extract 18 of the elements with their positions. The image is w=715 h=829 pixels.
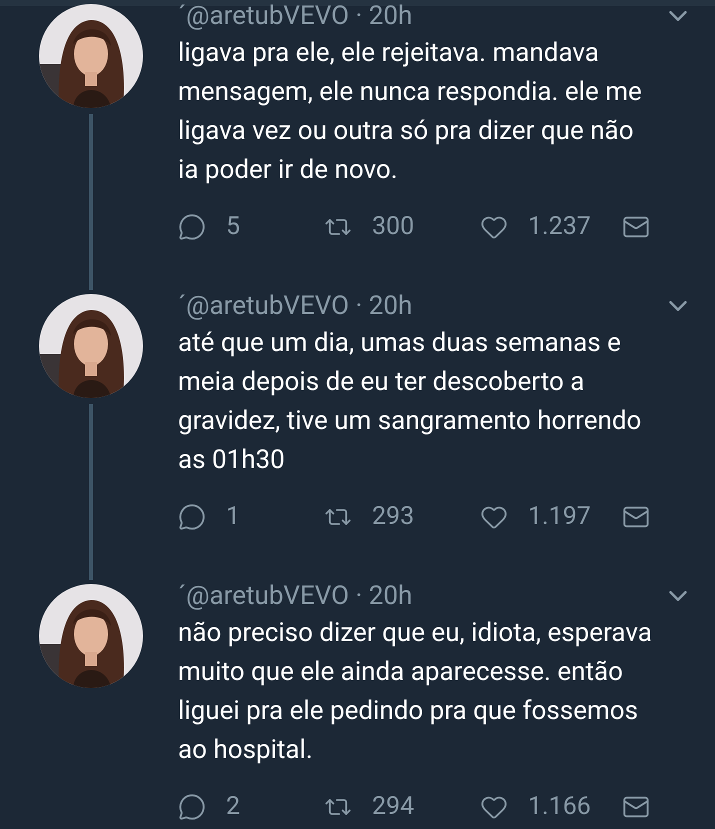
- count: 2: [226, 791, 240, 823]
- tweet-handle[interactable]: ´@aretubVEVO · 20h: [178, 3, 412, 29]
- count: 1.197: [528, 501, 591, 533]
- count: 5: [226, 211, 240, 243]
- count: 294: [372, 791, 414, 823]
- tweet-handle[interactable]: ´@aretubVEVO · 20h: [178, 293, 412, 319]
- tweet-text: ligava pra ele, ele rejeitava. mandava mensagem, ele nunca respondia. ele me ligava vez ou outra só pra dizer que não ia poder ir de novo.: [178, 37, 643, 187]
- count: 1: [226, 501, 240, 533]
- count: 300: [372, 211, 414, 243]
- count: 1.237: [528, 211, 591, 243]
- tweet-handle[interactable]: ´@aretubVEVO · 20h: [178, 583, 412, 609]
- reply-icon[interactable]: [178, 502, 206, 531]
- count: 293: [372, 501, 414, 533]
- tweet-text: até que um dia, umas duas semanas e meia depois de eu ter descoberto a gravidez, tive um sangramento horrendo as 01h30: [178, 327, 642, 477]
- count: 1.166: [528, 791, 591, 823]
- reply-icon[interactable]: [178, 792, 206, 821]
- tweet-text: não preciso dizer que eu, idiota, esperava muito que ele ainda aparecesse. então liguei pra ele pedindo pra que fossemos ao hospital.: [178, 617, 653, 767]
- reply-icon[interactable]: [178, 212, 206, 241]
